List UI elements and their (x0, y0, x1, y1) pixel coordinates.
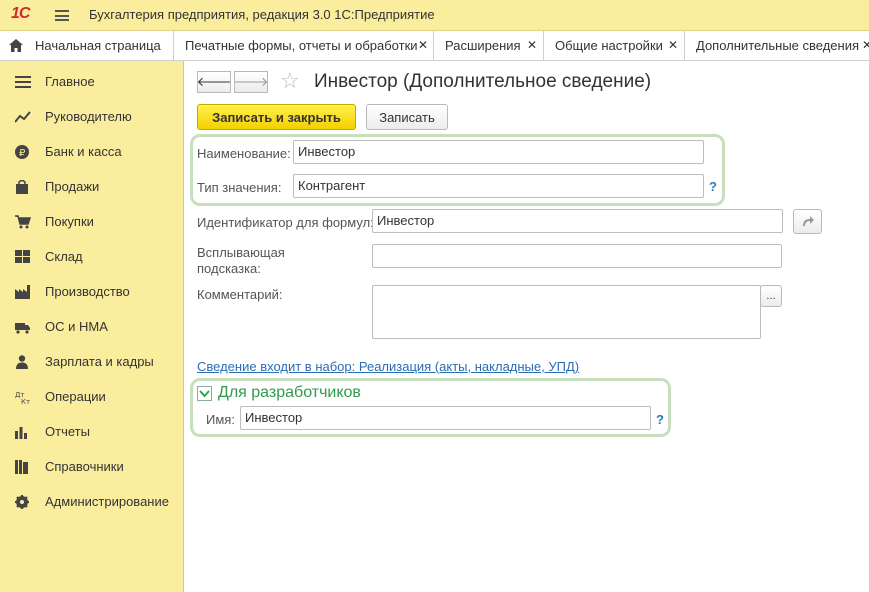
dt-kt-icon: ДтКт (15, 391, 30, 404)
redo-arrow-icon (802, 215, 814, 226)
help-icon[interactable]: ? (709, 179, 717, 194)
tab-print-forms[interactable]: Печатные формы, отчеты и обработки ✕ (174, 31, 434, 60)
tab-general-settings[interactable]: Общие настройки ✕ (544, 31, 685, 60)
sidebar: Главное Руководителю ₽ Банк и касса Прод… (0, 61, 184, 592)
tab-label: Печатные формы, отчеты и обработки (185, 38, 418, 53)
back-button[interactable]: 🡐 (197, 71, 231, 93)
help-icon[interactable]: ? (656, 412, 664, 427)
page-title: Инвестор (Дополнительное сведение) (314, 71, 652, 92)
person-icon (16, 355, 28, 369)
books-icon (15, 460, 28, 474)
arrow-left-icon: 🡐 (196, 75, 232, 90)
sidebar-item-manager[interactable]: Руководителю (0, 98, 184, 133)
star-icon[interactable]: ☆ (280, 69, 300, 94)
sidebar-item-label: Продажи (45, 179, 100, 194)
formula-id-field[interactable]: Инвестор (372, 209, 783, 233)
menu-lines-icon (15, 76, 31, 88)
tooltip-label: Всплывающая подсказка: (197, 245, 285, 276)
comment-expand-button[interactable]: ... (760, 285, 782, 307)
sidebar-item-label: Производство (45, 284, 130, 299)
sidebar-item-main[interactable]: Главное (0, 63, 184, 98)
tab-extensions[interactable]: Расширения ✕ (434, 31, 544, 60)
ruble-icon: ₽ (15, 145, 29, 159)
svg-text:₽: ₽ (19, 148, 26, 159)
close-icon[interactable]: ✕ (418, 31, 428, 60)
sidebar-item-bank[interactable]: ₽ Банк и касса (0, 133, 184, 168)
forward-button[interactable]: 🡒 (234, 71, 268, 93)
sidebar-item-fixed-assets[interactable]: ОС и НМА (0, 308, 184, 343)
svg-text:Кт: Кт (21, 398, 30, 404)
sidebar-item-sales[interactable]: Продажи (0, 168, 184, 203)
dev-name-label: Имя: (206, 412, 235, 427)
tooltip-field[interactable] (372, 244, 782, 268)
gear-icon (15, 495, 29, 509)
set-membership-link[interactable]: Сведение входит в набор: Реализация (акт… (197, 359, 579, 374)
sidebar-item-purchases[interactable]: Покупки (0, 203, 184, 238)
sidebar-item-warehouse[interactable]: Склад (0, 238, 184, 273)
sidebar-item-label: Банк и касса (45, 144, 122, 159)
name-field[interactable]: Инвестор (293, 140, 704, 164)
arrow-right-icon: 🡒 (233, 75, 269, 90)
sidebar-item-label: Операции (45, 389, 106, 404)
formula-id-label: Идентификатор для формул: (197, 215, 374, 230)
sidebar-item-label: ОС и НМА (45, 319, 108, 334)
refresh-id-button[interactable] (793, 209, 822, 234)
sidebar-item-label: Справочники (45, 459, 124, 474)
trend-icon (15, 111, 31, 123)
developer-section-title[interactable]: Для разработчиков (218, 384, 361, 402)
close-icon[interactable]: ✕ (527, 31, 537, 60)
sidebar-item-label: Покупки (45, 214, 94, 229)
chevron-down-icon (199, 390, 210, 398)
save-and-close-button[interactable]: Записать и закрыть (197, 104, 356, 130)
tab-label: Дополнительные сведения (696, 38, 860, 53)
sidebar-item-label: Главное (45, 74, 95, 89)
sidebar-item-label: Зарплата и кадры (45, 354, 154, 369)
bag-icon (16, 180, 28, 194)
tab-home[interactable]: Начальная страница (0, 31, 174, 60)
main-menu-icon[interactable] (55, 10, 69, 21)
tab-additional-info[interactable]: Дополнительные сведения ✕ (685, 31, 869, 60)
close-icon[interactable]: ✕ (862, 31, 869, 60)
tab-label: Общие настройки (555, 38, 663, 53)
cart-icon (15, 215, 31, 229)
bar-chart-icon (15, 427, 27, 439)
home-icon (9, 39, 23, 52)
tab-label: Начальная страница (35, 38, 161, 53)
sidebar-item-directories[interactable]: Справочники (0, 448, 184, 483)
collapse-toggle[interactable] (197, 386, 212, 401)
grid-icon (15, 250, 30, 263)
sidebar-item-label: Отчеты (45, 424, 90, 439)
sidebar-item-reports[interactable]: Отчеты (0, 413, 184, 448)
app-logo: 1С (11, 5, 30, 22)
tab-bar: Начальная страница Печатные формы, отчет… (0, 31, 869, 61)
close-icon[interactable]: ✕ (668, 31, 678, 60)
sidebar-item-operations[interactable]: Дт Кт Операции (0, 378, 184, 413)
value-type-label: Тип значения: (197, 180, 282, 195)
sidebar-item-production[interactable]: Производство (0, 273, 184, 308)
truck-icon (15, 323, 30, 334)
title-bar: 1С Бухгалтерия предприятия, редакция 3.0… (0, 0, 869, 31)
sidebar-item-payroll[interactable]: Зарплата и кадры (0, 343, 184, 378)
value-type-field[interactable]: Контрагент (293, 174, 704, 198)
factory-icon (15, 285, 30, 299)
sidebar-item-label: Склад (45, 249, 83, 264)
tab-label: Расширения (445, 38, 521, 53)
sidebar-item-administration[interactable]: Администрирование (0, 483, 184, 518)
save-button[interactable]: Записать (366, 104, 448, 130)
sidebar-item-label: Администрирование (45, 494, 169, 509)
app-title: Бухгалтерия предприятия, редакция 3.0 1С… (89, 7, 435, 22)
dev-name-field[interactable]: Инвестор (240, 406, 651, 430)
comment-label: Комментарий: (197, 287, 283, 302)
comment-field[interactable] (372, 285, 761, 339)
sidebar-item-label: Руководителю (45, 109, 132, 124)
name-label: Наименование: (197, 146, 291, 161)
